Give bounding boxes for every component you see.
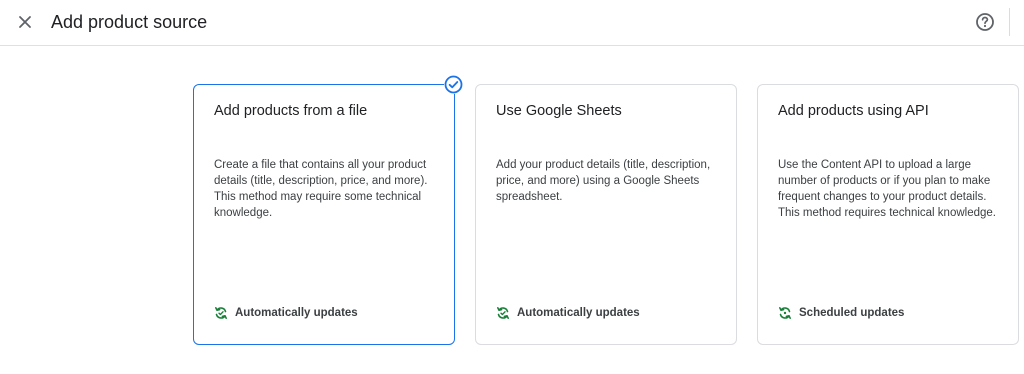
card-footer-label: Automatically updates <box>517 307 640 319</box>
card-footer-label: Scheduled updates <box>799 307 905 319</box>
card-description: Create a file that contains all your pro… <box>214 159 428 219</box>
help-button[interactable] <box>973 10 997 34</box>
header-divider <box>1009 8 1010 36</box>
card-footer: Automatically updates <box>214 304 358 322</box>
card-content-api[interactable]: Add products using API Use the Content A… <box>757 84 1019 345</box>
card-title: Add products using API <box>778 103 929 119</box>
close-button[interactable] <box>14 11 36 33</box>
page-header: Add product source <box>0 0 1024 46</box>
card-google-sheets[interactable]: Use Google Sheets Add your product detai… <box>475 84 737 345</box>
sync-icon <box>778 306 792 320</box>
card-footer: Scheduled updates <box>778 304 904 322</box>
card-title: Use Google Sheets <box>496 103 622 119</box>
help-icon <box>976 13 994 31</box>
card-footer: Automatically updates <box>496 304 640 322</box>
sync-icon <box>214 306 228 320</box>
card-description: Add your product details (title, descrip… <box>496 159 711 203</box>
card-footer-label: Automatically updates <box>235 307 358 319</box>
card-description: Use the Content API to upload a large nu… <box>778 159 996 219</box>
card-add-from-file[interactable]: Add products from a file Create a file t… <box>193 84 455 345</box>
sync-icon <box>496 306 510 320</box>
selected-check-icon <box>444 75 463 94</box>
page-title: Add product source <box>51 12 208 32</box>
close-icon <box>19 16 31 28</box>
card-title: Add products from a file <box>214 103 368 119</box>
